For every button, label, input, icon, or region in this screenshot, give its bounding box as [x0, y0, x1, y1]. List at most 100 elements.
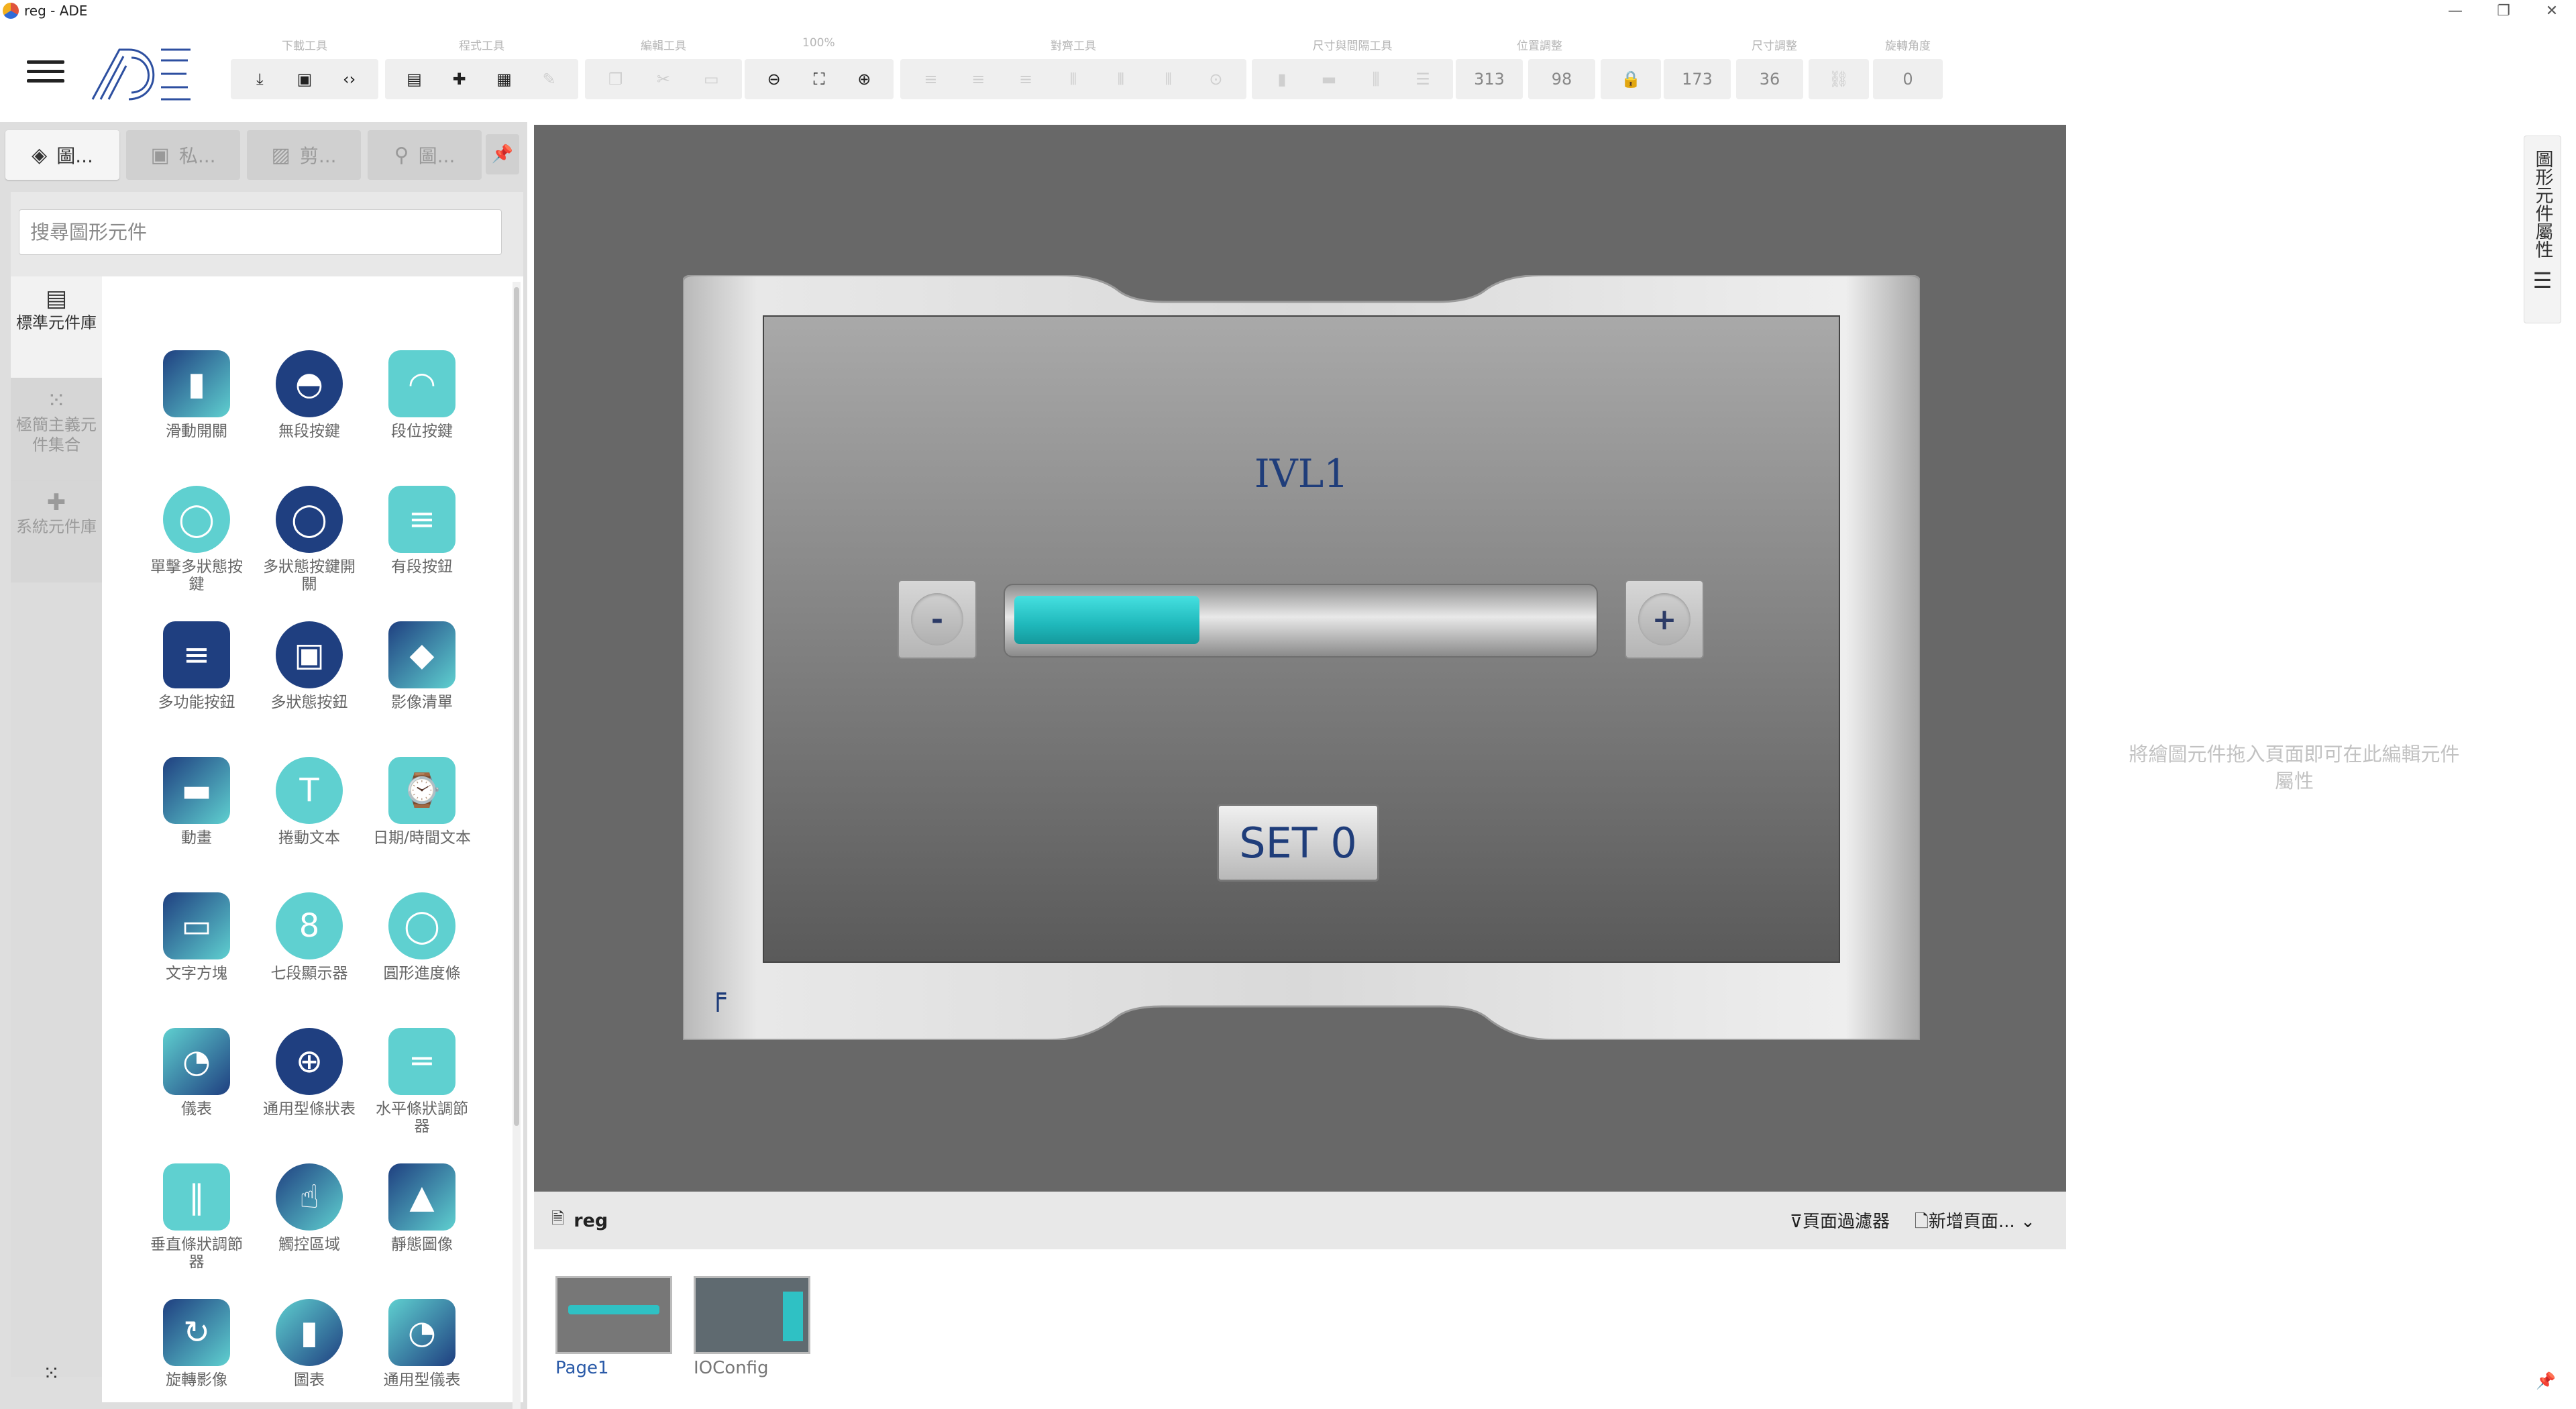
restore-button[interactable]: ❐ — [2479, 0, 2528, 21]
search-input[interactable] — [19, 209, 502, 255]
set-zero-button[interactable]: SET 0 — [1217, 804, 1379, 882]
zoom-in-icon[interactable]: ⊕ — [849, 64, 879, 94]
page-filter-button[interactable]: ⊽頁面過濾器 — [1790, 1208, 1890, 1233]
component-item[interactable]: ▮ 圖表 — [259, 1299, 360, 1389]
component-icon: ▭ — [163, 892, 230, 959]
tab-map[interactable]: ⚲ 圖... — [368, 130, 482, 180]
component-item[interactable]: ▭ 文字方塊 — [146, 892, 247, 982]
storage-icon[interactable]: ▤ — [400, 64, 429, 94]
size-h-field[interactable]: 36 — [1736, 59, 1803, 99]
tab-graphics[interactable]: ◈ 圖... — [5, 130, 119, 180]
brand-mark-icon: ╒ — [710, 981, 727, 1012]
panel-tabs: ◈ 圖... ▣ 私... ▨ 剪... ⚲ 圖... — [5, 130, 482, 180]
align-left-icon[interactable]: ≡ — [916, 64, 945, 94]
component-item[interactable]: ⊕ 通用型條狀表 — [259, 1028, 360, 1118]
center-icon[interactable]: ⊙ — [1201, 64, 1230, 94]
increment-button[interactable]: + — [1625, 580, 1704, 659]
component-label: 通用型儀表 — [383, 1371, 461, 1389]
component-item[interactable]: T 捲動文本 — [259, 757, 360, 847]
component-item[interactable]: ▣ 多狀態按鈕 — [259, 621, 360, 711]
page-label-page1[interactable]: Page1 — [555, 1358, 609, 1378]
align-center-icon[interactable]: ≡ — [963, 64, 993, 94]
align-middle-icon[interactable]: ⫴ — [1106, 64, 1136, 94]
component-label: 日期/時間文本 — [373, 829, 471, 847]
download-icon[interactable]: ⤓ — [245, 64, 274, 94]
tab-private[interactable]: ▣ 私... — [126, 130, 240, 180]
paste-icon[interactable]: ▭ — [696, 64, 726, 94]
component-item[interactable]: ≡ 多功能按鈕 — [146, 621, 247, 711]
v-spacing-icon[interactable]: ☰ — [1408, 64, 1438, 94]
component-item[interactable]: ═ 水平條狀調節器 — [372, 1028, 472, 1135]
position-x-field[interactable]: 313 — [1456, 59, 1523, 99]
component-icon: ◯ — [388, 892, 455, 959]
component-item[interactable]: ◯ 圓形進度條 — [372, 892, 472, 982]
component-icon: ▬ — [163, 757, 230, 824]
component-item[interactable]: ↻ 旋轉影像 — [146, 1299, 247, 1389]
new-page-button[interactable]: 🗋新增頁面... ⌄ — [1915, 1208, 2035, 1239]
component-label: 水平條狀調節器 — [376, 1100, 468, 1135]
library-system[interactable]: ✚ 系統元件庫 — [11, 480, 102, 582]
component-scrollbar[interactable] — [513, 282, 521, 1409]
grid-icon: ⁙ — [46, 387, 66, 414]
properties-tab[interactable]: 圖形元件屬性 ☰ — [2524, 136, 2561, 323]
decrement-button[interactable]: - — [898, 580, 977, 659]
page-thumbnail-ioconfig[interactable] — [694, 1276, 810, 1354]
copy-icon[interactable]: ❐ — [601, 64, 631, 94]
component-label: 垂直條狀調節器 — [150, 1236, 243, 1271]
plugin-icon[interactable]: ✚ — [445, 64, 474, 94]
component-item[interactable]: ◠ 段位按鍵 — [372, 350, 472, 440]
pin-bottom-icon[interactable]: 📌 — [2536, 1371, 2556, 1390]
component-item[interactable]: ⌚ 日期/時間文本 — [372, 757, 472, 847]
same-height-icon[interactable]: ▬ — [1314, 64, 1344, 94]
page-label-ioconfig[interactable]: IOConfig — [694, 1358, 769, 1378]
component-item[interactable]: ▲ 靜態圖像 — [372, 1163, 472, 1253]
lock-position-icon[interactable]: 🔒 — [1601, 59, 1661, 99]
component-icon: ◯ — [276, 486, 343, 553]
component-icon: ▲ — [388, 1163, 455, 1231]
component-item[interactable]: ◯ 多狀態按鍵開關 — [259, 486, 360, 593]
minimize-button[interactable]: — — [2431, 0, 2479, 21]
level-title[interactable]: IVL1 — [763, 451, 1840, 497]
rotation-field[interactable]: 0 — [1873, 59, 1943, 99]
page-thumbnail-page1[interactable] — [555, 1276, 672, 1354]
chevron-down-icon[interactable]: ⌄ — [2021, 1212, 2035, 1232]
minus-icon: - — [911, 593, 963, 645]
fit-screen-icon[interactable]: ⛶ — [804, 64, 834, 94]
close-button[interactable]: ✕ — [2528, 0, 2576, 21]
zoom-level: 100% — [802, 36, 835, 50]
modules-icon[interactable]: ▦ — [490, 64, 519, 94]
component-item[interactable]: 8 七段顯示器 — [259, 892, 360, 982]
align-bottom-icon[interactable]: ⫴ — [1154, 64, 1183, 94]
zoom-out-icon[interactable]: ⊖ — [759, 64, 789, 94]
align-right-icon[interactable]: ≡ — [1011, 64, 1040, 94]
component-icon: ▮ — [276, 1299, 343, 1366]
component-item[interactable]: ≡ 有段按鈕 — [372, 486, 472, 576]
align-top-icon[interactable]: ⫴ — [1059, 64, 1088, 94]
simulate-icon[interactable]: ▣ — [290, 64, 319, 94]
same-width-icon[interactable]: ▮ — [1267, 64, 1297, 94]
menu-icon[interactable] — [27, 60, 64, 87]
size-w-field[interactable]: 173 — [1664, 59, 1731, 99]
apps-grid-icon[interactable]: ⁙ — [43, 1362, 60, 1386]
component-item[interactable]: ◯ 單擊多狀態按鍵 — [146, 486, 247, 593]
cut-icon[interactable]: ✂ — [649, 64, 678, 94]
h-spacing-icon[interactable]: ⫼ — [1361, 64, 1391, 94]
component-item[interactable]: ◔ 儀表 — [146, 1028, 247, 1118]
position-y-field[interactable]: 98 — [1528, 59, 1595, 99]
component-item[interactable]: ◔ 通用型儀表 — [372, 1299, 472, 1389]
tab-clipart[interactable]: ▨ 剪... — [247, 130, 361, 180]
component-icon: ‖ — [163, 1163, 230, 1231]
component-item[interactable]: ▮ 滑動開關 — [146, 350, 247, 440]
link-size-icon[interactable]: ⛓ — [1809, 59, 1869, 99]
wrench-icon[interactable]: ✎ — [535, 64, 564, 94]
library-standard[interactable]: ▤ 標準元件庫 — [11, 276, 102, 378]
component-item[interactable]: ▬ 動畫 — [146, 757, 247, 847]
component-item[interactable]: ‖ 垂直條狀調節器 — [146, 1163, 247, 1271]
component-label: 無段按鍵 — [278, 423, 340, 440]
code-icon[interactable]: ‹› — [335, 64, 364, 94]
component-item[interactable]: ☝ 觸控區域 — [259, 1163, 360, 1253]
pin-icon[interactable]: 📌 — [486, 134, 519, 174]
component-item[interactable]: ◆ 影像清單 — [372, 621, 472, 711]
library-minimal[interactable]: ⁙ 極簡主義元件集合 — [11, 378, 102, 480]
component-item[interactable]: ◓ 無段按鍵 — [259, 350, 360, 440]
